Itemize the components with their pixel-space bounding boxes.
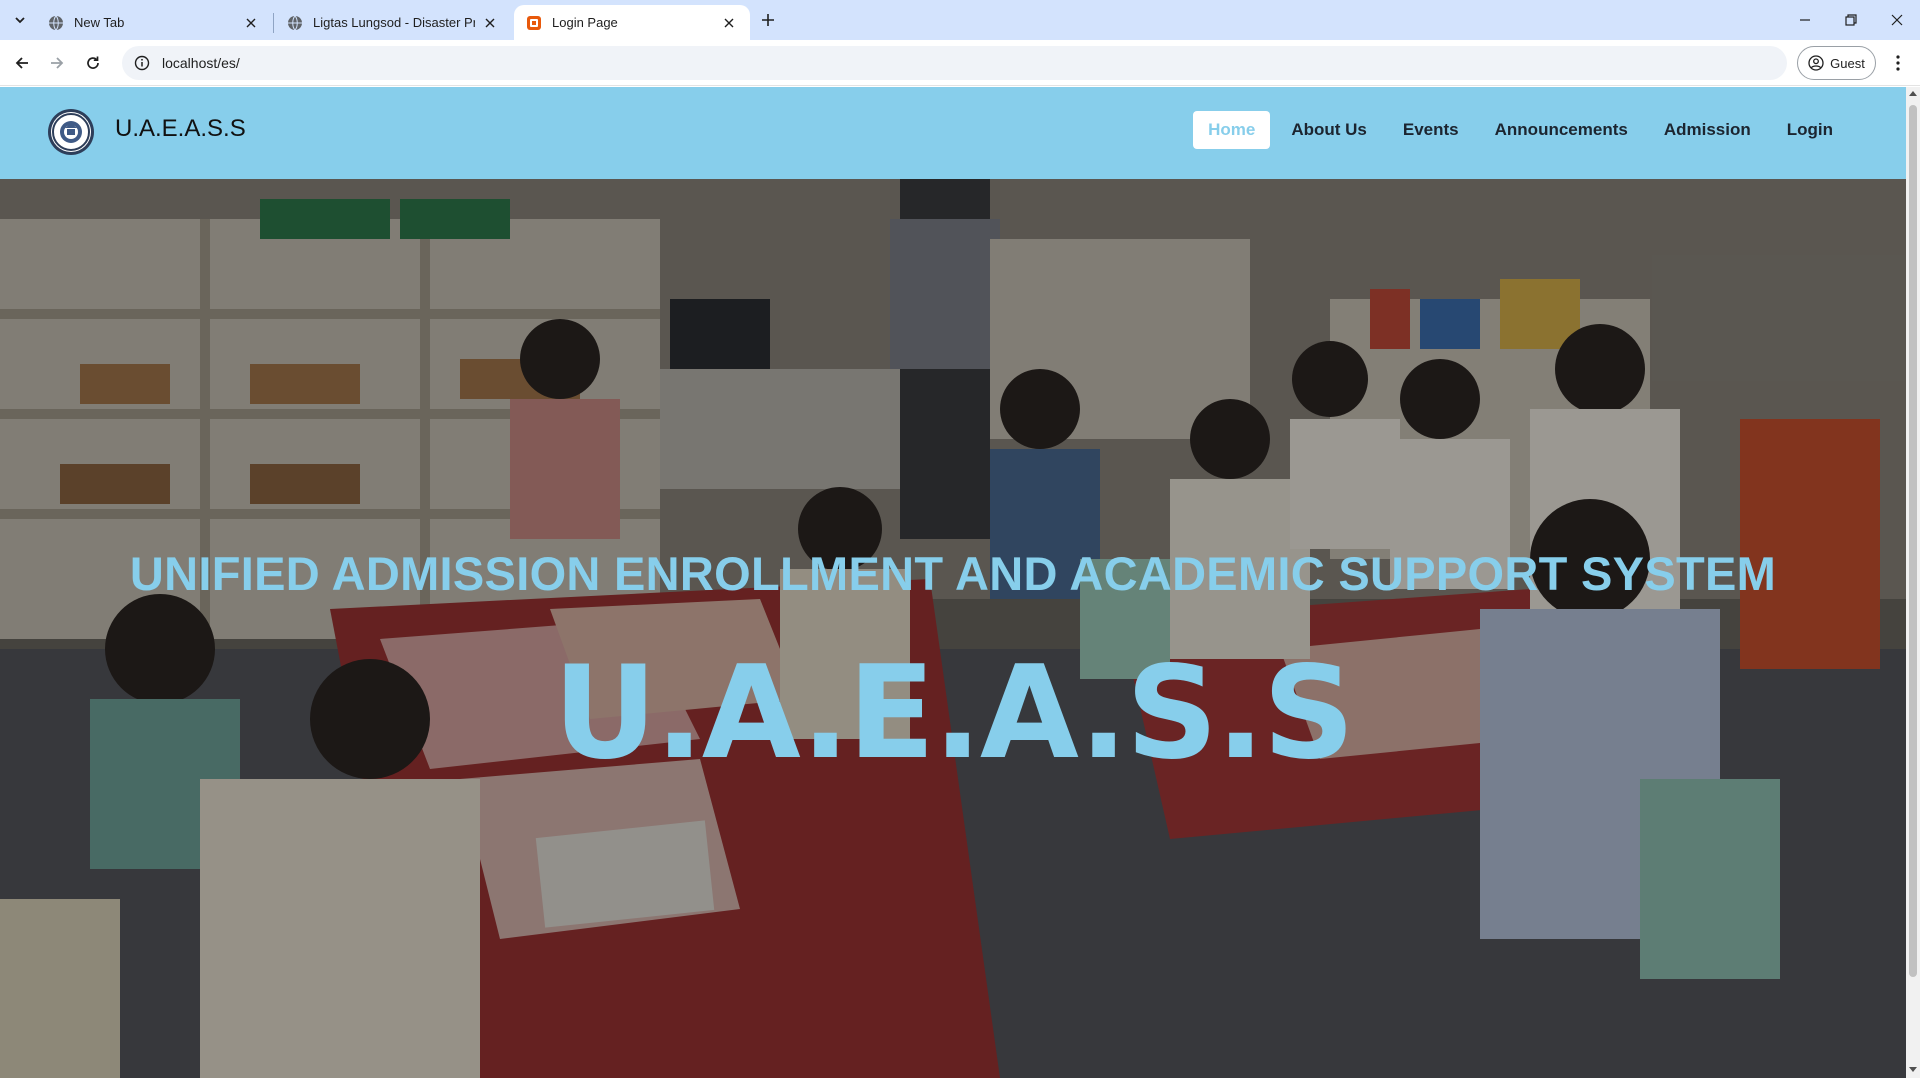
tab-close-icon[interactable]	[242, 14, 260, 32]
globe-icon	[288, 15, 302, 30]
tab-ligtas-lungsod[interactable]: Ligtas Lungsod - Disaster Prepa	[275, 5, 511, 40]
site-nav: Home About Us Events Announcements Admis…	[1193, 111, 1848, 149]
close-icon	[1891, 14, 1903, 26]
tab-title: New Tab	[74, 15, 125, 30]
hero-subtitle: UNIFIED ADMISSION ENROLLMENT AND ACADEMI…	[129, 547, 1777, 600]
hero-section: UNIFIED ADMISSION ENROLLMENT AND ACADEMI…	[0, 179, 1906, 1078]
minimize-icon	[1800, 19, 1810, 21]
arrow-right-icon	[51, 57, 64, 69]
page-scrollbar[interactable]	[1906, 87, 1920, 1078]
plus-icon	[762, 14, 774, 26]
browser-toolbar: localhost/es/ Guest	[0, 40, 1920, 86]
tab-title: Login Page	[552, 15, 618, 30]
nav-events[interactable]: Events	[1388, 111, 1474, 149]
chevron-down-icon	[15, 17, 25, 24]
site-info-icon[interactable]	[134, 55, 150, 71]
tab-login-page[interactable]: Login Page	[514, 5, 750, 40]
back-button[interactable]	[8, 49, 36, 77]
browser-tab-strip: New Tab Ligtas Lungsod - Disaster Prepa …	[0, 0, 1920, 40]
nav-home[interactable]: Home	[1193, 111, 1271, 149]
tab-close-icon[interactable]	[720, 14, 738, 32]
tab-new-tab[interactable]: New Tab	[36, 5, 272, 40]
nav-login[interactable]: Login	[1772, 111, 1848, 149]
nav-admission[interactable]: Admission	[1649, 111, 1766, 149]
url-text[interactable]: localhost/es/	[162, 55, 240, 71]
profile-button[interactable]: Guest	[1797, 46, 1876, 80]
site-favicon-icon	[527, 15, 541, 30]
profile-label: Guest	[1830, 55, 1865, 71]
browser-menu-button[interactable]	[1884, 49, 1912, 77]
arrow-left-icon	[15, 57, 28, 69]
address-bar[interactable]: localhost/es/	[122, 46, 1787, 80]
restore-icon	[1845, 14, 1857, 26]
tab-title: Ligtas Lungsod - Disaster Prepa	[313, 15, 475, 30]
restore-button[interactable]	[1828, 0, 1874, 40]
tab-search-button[interactable]	[6, 8, 34, 32]
globe-icon	[49, 15, 63, 30]
reload-icon	[87, 56, 99, 69]
scroll-up-arrow-icon[interactable]	[1909, 91, 1917, 96]
hero-title: U.A.E.A.S.S	[553, 639, 1355, 788]
hero-overlay	[0, 179, 1906, 1078]
nav-announcements[interactable]: Announcements	[1480, 111, 1643, 149]
minimize-button[interactable]	[1782, 0, 1828, 40]
tab-separator	[273, 13, 274, 33]
scroll-down-arrow-icon[interactable]	[1909, 1067, 1917, 1072]
nav-about-us[interactable]: About Us	[1276, 111, 1382, 149]
scrollbar-thumb[interactable]	[1909, 105, 1917, 977]
site-header: U.A.E.A.S.S Home About Us Events Announc…	[0, 87, 1906, 179]
school-seal-logo[interactable]	[47, 108, 95, 156]
forward-button[interactable]	[43, 49, 71, 77]
tab-close-icon[interactable]	[481, 14, 499, 32]
site-brand[interactable]: U.A.E.A.S.S	[115, 115, 246, 143]
close-window-button[interactable]	[1874, 0, 1920, 40]
account-circle-icon	[1808, 55, 1824, 71]
reload-button[interactable]	[79, 49, 107, 77]
new-tab-button[interactable]	[756, 8, 780, 32]
page-viewport: U.A.E.A.S.S Home About Us Events Announc…	[0, 87, 1906, 1078]
more-vertical-icon	[1896, 55, 1900, 71]
